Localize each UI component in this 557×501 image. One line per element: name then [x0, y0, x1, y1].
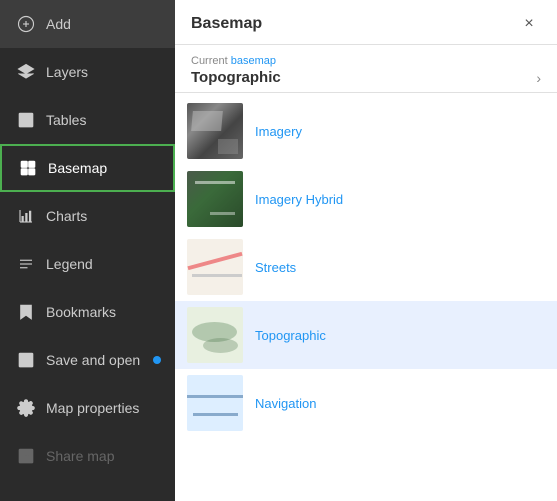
- sidebar-item-add[interactable]: Add: [0, 0, 175, 48]
- basemap-scroll-area[interactable]: Imagery Imagery Hybrid Streets Topograph…: [175, 93, 557, 501]
- basemap-label: Topographic: [255, 328, 326, 343]
- basemap-label: Imagery Hybrid: [255, 192, 343, 207]
- current-basemap-label-highlight: basemap: [231, 55, 276, 67]
- sidebar-item-label: Charts: [46, 208, 87, 224]
- current-basemap-section[interactable]: Current basemap Topographic ›: [175, 45, 557, 93]
- basemap-label: Streets: [255, 260, 296, 275]
- basemap-label: Imagery: [255, 124, 302, 139]
- list-item[interactable]: Navigation: [175, 369, 557, 437]
- sidebar-item-label: Legend: [46, 256, 93, 272]
- chevron-right-icon: ›: [536, 70, 541, 86]
- panel-header: Basemap ×: [175, 0, 557, 45]
- current-basemap-label: Current basemap: [191, 55, 541, 67]
- charts-icon: [16, 206, 36, 226]
- basemap-thumb-navigation: [187, 375, 243, 431]
- save-open-dot: [153, 356, 161, 364]
- basemap-thumb-imagery: [187, 103, 243, 159]
- sidebar-item-legend[interactable]: Legend: [0, 240, 175, 288]
- sidebar: Add Layers Tables: [0, 0, 175, 501]
- sidebar-item-label: Bookmarks: [46, 304, 116, 320]
- panel-title: Basemap: [191, 15, 262, 33]
- basemap-icon: [18, 158, 38, 178]
- share-icon: [16, 446, 36, 466]
- list-item[interactable]: Topographic: [175, 301, 557, 369]
- current-basemap-name: Topographic: [191, 69, 281, 86]
- sidebar-item-label: Save and open: [46, 352, 140, 368]
- sidebar-item-save-open[interactable]: Save and open: [0, 336, 175, 384]
- basemap-list: Imagery Imagery Hybrid Streets Topograph…: [175, 93, 557, 441]
- basemap-label: Navigation: [255, 396, 316, 411]
- sidebar-item-map-properties[interactable]: Map properties: [0, 384, 175, 432]
- sidebar-item-charts[interactable]: Charts: [0, 192, 175, 240]
- basemap-thumb-imagery-hybrid: [187, 171, 243, 227]
- sidebar-item-bookmarks[interactable]: Bookmarks: [0, 288, 175, 336]
- sidebar-item-label: Map properties: [46, 400, 139, 416]
- bookmarks-icon: [16, 302, 36, 322]
- list-item[interactable]: Imagery: [175, 97, 557, 165]
- current-basemap-label-plain: Current: [191, 55, 231, 67]
- sidebar-item-share-map: Share map: [0, 432, 175, 480]
- plus-circle-icon: [16, 14, 36, 34]
- sidebar-item-label: Share map: [46, 448, 114, 464]
- list-item[interactable]: Streets: [175, 233, 557, 301]
- basemap-thumb-topographic: [187, 307, 243, 363]
- sidebar-item-label: Basemap: [48, 160, 107, 176]
- current-basemap-row: Topographic ›: [191, 69, 541, 86]
- sidebar-item-label: Layers: [46, 64, 88, 80]
- tables-icon: [16, 110, 36, 130]
- list-item[interactable]: Imagery Hybrid: [175, 165, 557, 233]
- properties-icon: [16, 398, 36, 418]
- sidebar-item-layers[interactable]: Layers: [0, 48, 175, 96]
- layers-icon: [16, 62, 36, 82]
- sidebar-item-label: Add: [46, 16, 71, 32]
- legend-icon: [16, 254, 36, 274]
- basemap-panel: Basemap × Current basemap Topographic › …: [175, 0, 557, 501]
- basemap-thumb-streets: [187, 239, 243, 295]
- sidebar-item-label: Tables: [46, 112, 86, 128]
- sidebar-item-tables[interactable]: Tables: [0, 96, 175, 144]
- close-button[interactable]: ×: [517, 12, 541, 36]
- sidebar-item-basemap[interactable]: Basemap: [0, 144, 175, 192]
- save-icon: [16, 350, 36, 370]
